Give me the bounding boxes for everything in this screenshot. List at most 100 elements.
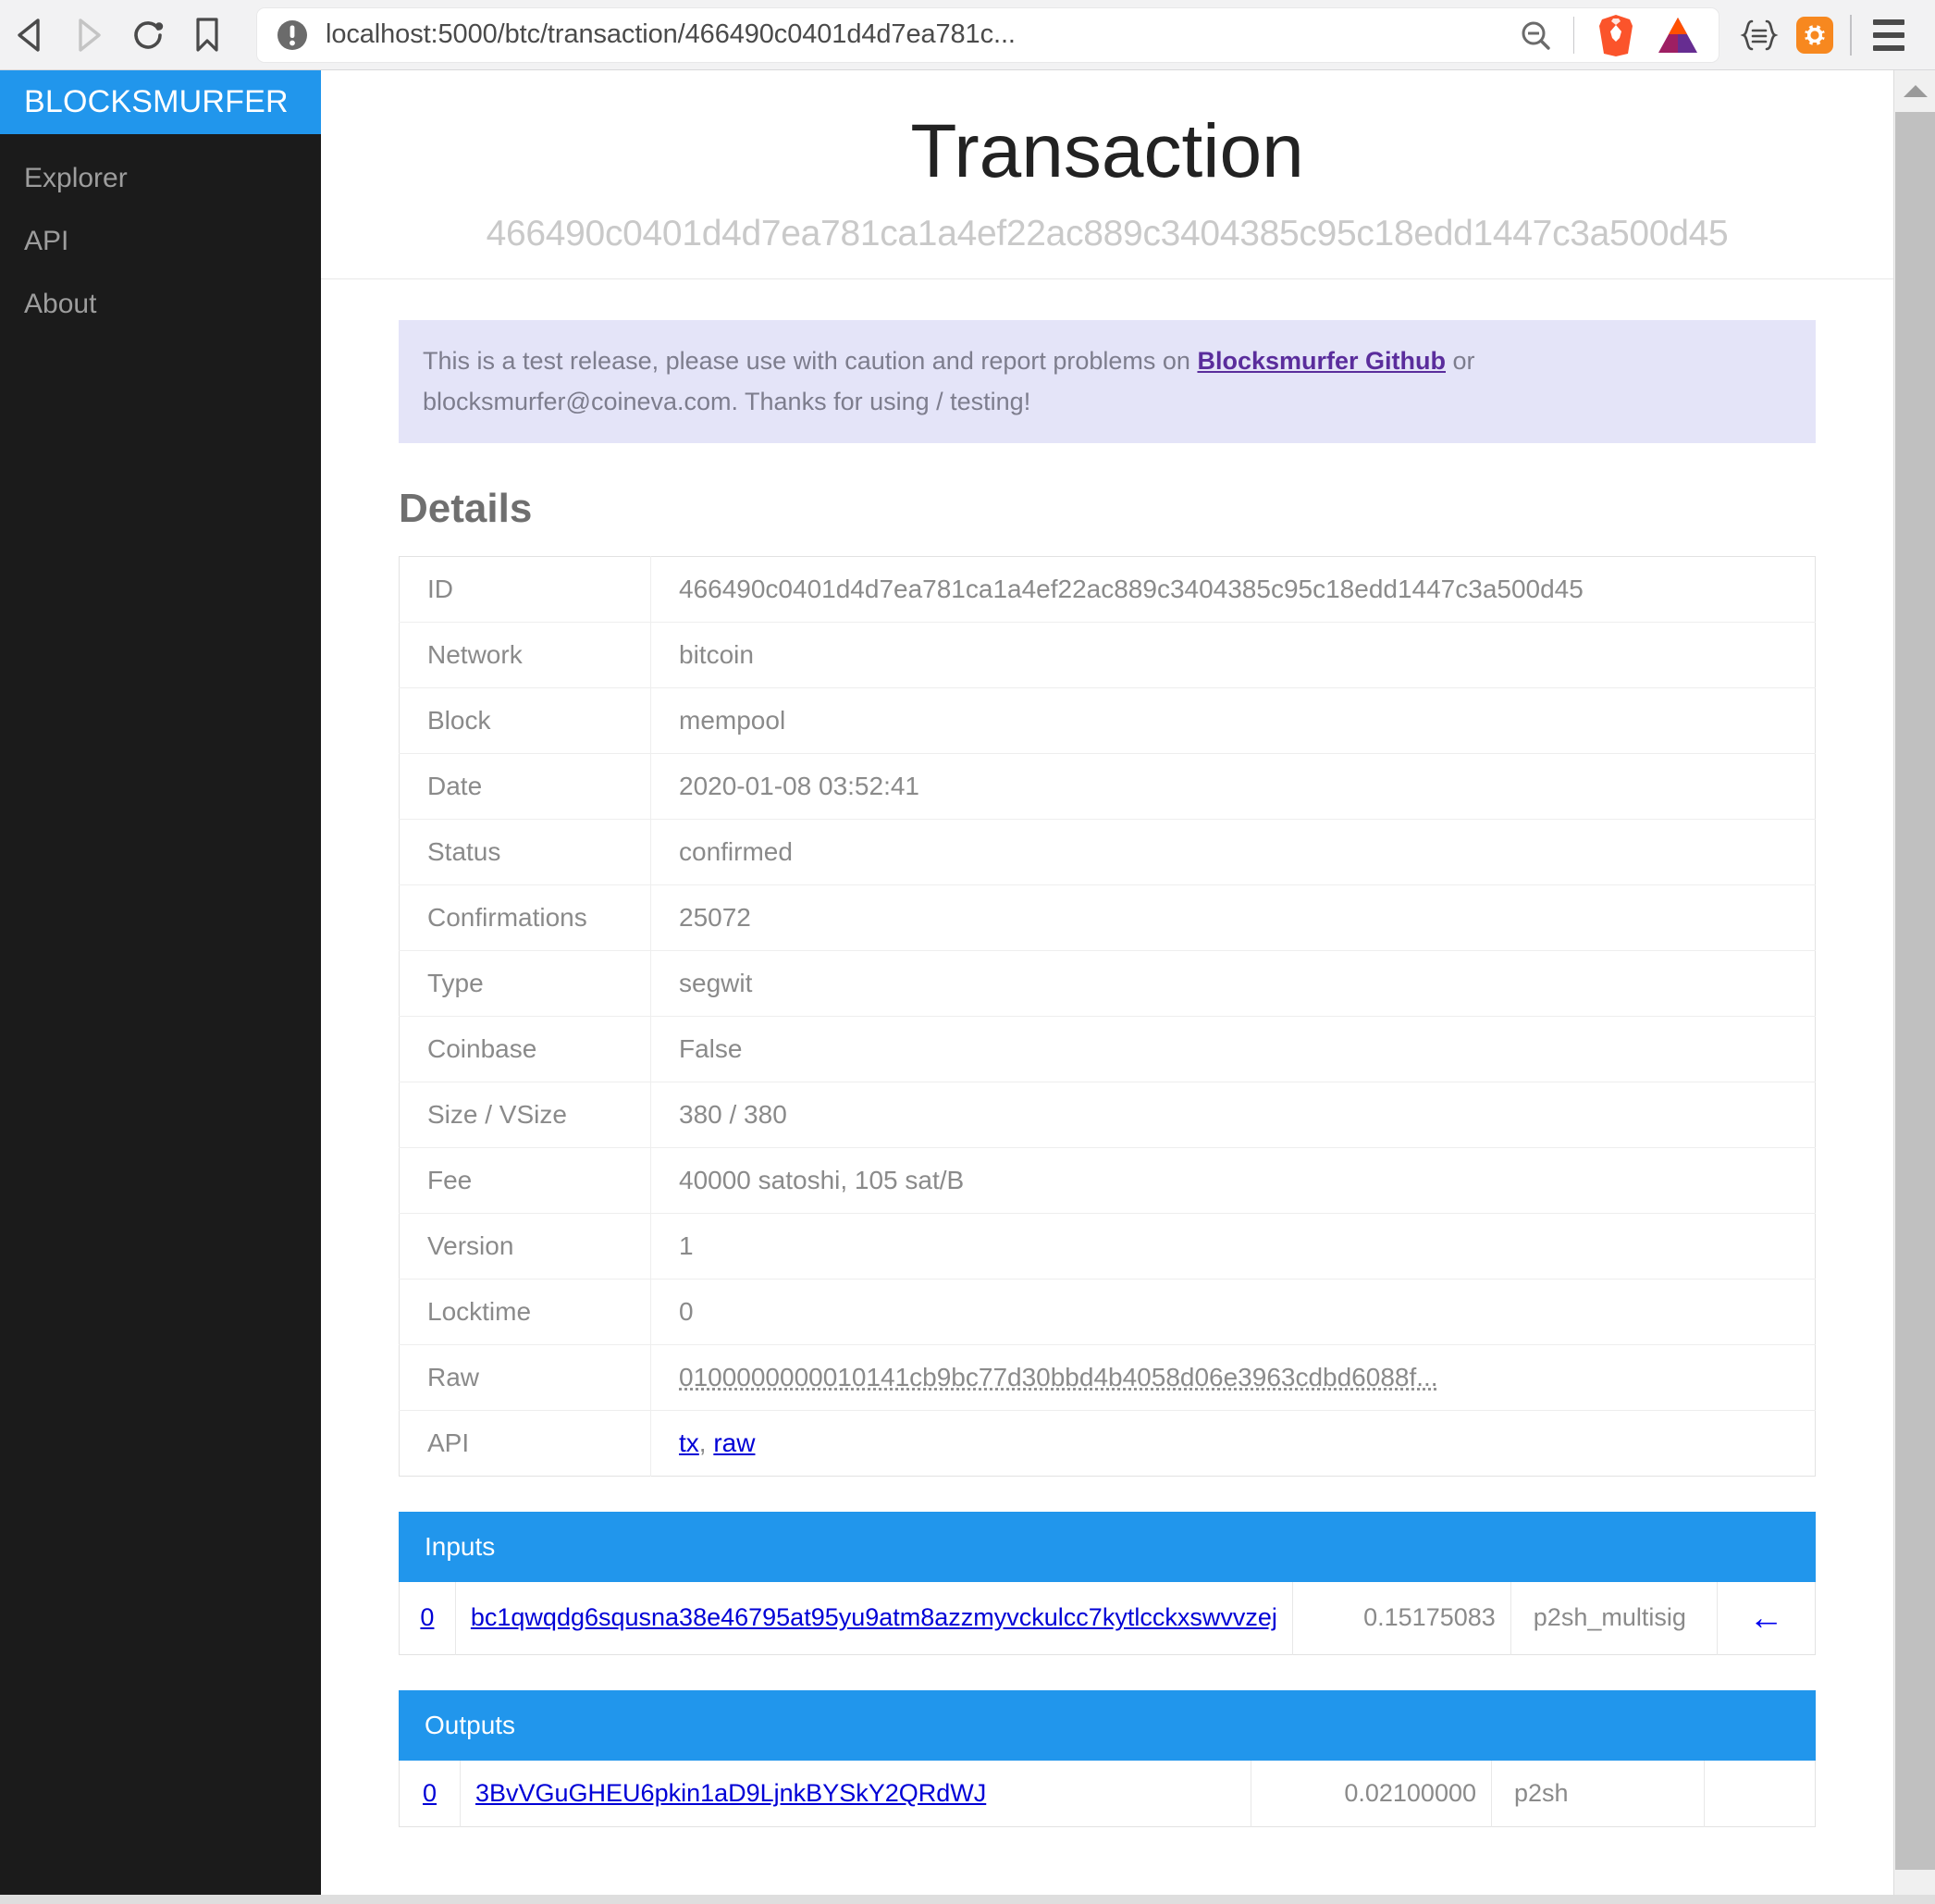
details-table: ID 466490c0401d4d7ea781ca1a4ef22ac889c34… [399, 555, 1816, 1477]
arrow-left-icon: ← [1748, 1598, 1784, 1638]
toolbar-divider [1573, 16, 1574, 54]
main-content: Transaction 466490c0401d4d7ea781ca1a4ef2… [321, 70, 1893, 1904]
details-key: Version [399, 1212, 651, 1280]
forward-arrow-icon [79, 18, 101, 52]
details-key: Locktime [399, 1278, 651, 1345]
hamburger-line [1873, 44, 1904, 51]
details-key: Date [399, 752, 651, 820]
inputs-block: Inputs 0 bc1qwqdg6squsna38e46795at95yu9a… [399, 1511, 1816, 1655]
input-index-link[interactable]: 0 [420, 1603, 434, 1631]
page-viewport: BLOCKSMURFER Explorer API About Transact… [0, 70, 1935, 1904]
details-key-raw: Raw [399, 1343, 651, 1411]
sidebar-item-label: Explorer [24, 163, 128, 193]
table-row: Size / VSize 380 / 380 [399, 1081, 1816, 1148]
reload-button[interactable] [118, 6, 178, 65]
back-button[interactable] [0, 6, 59, 65]
blocksmurfer-github-link[interactable]: Blocksmurfer Github [1197, 347, 1446, 375]
details-value-version: 1 [650, 1212, 1816, 1280]
details-key: Fee [399, 1146, 651, 1214]
sidebar-item-about[interactable]: About [0, 273, 321, 336]
brave-shields-icon[interactable] [1595, 13, 1637, 57]
brand-logo[interactable]: BLOCKSMURFER [0, 70, 321, 134]
output-amount: 0.02100000 [1251, 1760, 1492, 1827]
sidebar-nav: Explorer API About [0, 134, 321, 336]
details-key-api: API [399, 1409, 651, 1477]
output-index-link[interactable]: 0 [423, 1779, 437, 1807]
extensions-area [1732, 6, 1935, 65]
details-key: Status [399, 818, 651, 885]
scrollbar-up-button[interactable] [1894, 70, 1935, 112]
brand-label: BLOCKSMURFER [24, 84, 289, 119]
details-value-network: bitcoin [650, 621, 1816, 688]
url-text: localhost:5000/btc/transaction/466490c04… [326, 19, 1016, 49]
toolbar-divider-2 [1850, 14, 1852, 56]
reload-icon [134, 20, 164, 49]
zoom-out-icon[interactable] [1518, 18, 1553, 53]
vertical-scrollbar[interactable] [1893, 70, 1935, 1904]
sidebar-item-label: About [24, 289, 97, 319]
table-row: Raw 0100000000010141cb9bc77d30bbd4b4058d… [399, 1343, 1816, 1411]
api-link-separator: , [698, 1428, 714, 1457]
details-value-api-cell: tx, raw [650, 1409, 1816, 1477]
details-key: Type [399, 949, 651, 1017]
sidebar-item-explorer[interactable]: Explorer [0, 147, 321, 210]
input-address-cell: bc1qwqdg6squsna38e46795at95yu9atm8azzmyv… [455, 1581, 1293, 1655]
api-tx-link[interactable]: tx [679, 1428, 699, 1457]
scroll-up-arrow-icon [1903, 85, 1928, 97]
brave-rewards-bat-icon[interactable] [1656, 15, 1700, 56]
table-row: 0 bc1qwqdg6squsna38e46795at95yu9atm8azzm… [399, 1581, 1816, 1655]
outputs-heading-label: Outputs [425, 1710, 516, 1739]
table-row: Coinbase False [399, 1015, 1816, 1082]
details-key: Confirmations [399, 884, 651, 951]
details-value-coinbase: False [650, 1015, 1816, 1082]
details-value-type: segwit [650, 949, 1816, 1017]
details-value-size: 380 / 380 [650, 1081, 1816, 1148]
test-release-alert: This is a test release, please use with … [399, 319, 1816, 443]
forward-button[interactable] [59, 6, 118, 65]
output-address-cell: 3BvVGuGHEU6pkin1aD9LjnkBYSkY2QRdWJ [460, 1760, 1251, 1827]
scrollbar-thumb[interactable] [1895, 112, 1935, 1870]
table-row: API tx, raw [399, 1409, 1816, 1477]
sidebar-item-api[interactable]: API [0, 210, 321, 273]
content-inner: This is a test release, please use with … [321, 319, 1893, 1827]
inputs-heading-label: Inputs [425, 1531, 496, 1561]
table-row: Confirmations 25072 [399, 884, 1816, 951]
table-row: Type segwit [399, 949, 1816, 1017]
bookmark-button[interactable] [178, 6, 237, 65]
input-address-link[interactable]: bc1qwqdg6squsna38e46795at95yu9atm8azzmyv… [471, 1603, 1277, 1631]
details-heading: Details [399, 485, 533, 531]
details-key: Coinbase [399, 1015, 651, 1082]
raw-hex-value[interactable]: 0100000000010141cb9bc77d30bbd4b4058d06e3… [679, 1363, 1438, 1391]
output-script-type: p2sh [1491, 1760, 1705, 1827]
output-address-link[interactable]: 3BvVGuGHEU6pkin1aD9LjnkBYSkY2QRdWJ [475, 1779, 986, 1807]
settings-extension-button[interactable] [1787, 7, 1843, 63]
table-row: Locktime 0 [399, 1278, 1816, 1345]
outputs-block: Outputs 0 3BvVGuGHEU6pkin1aD9LjnkBYSkY2Q… [399, 1689, 1816, 1827]
browser-menu-button[interactable] [1859, 6, 1918, 65]
page-header: Transaction 466490c0401d4d7ea781ca1a4ef2… [321, 70, 1893, 279]
details-key: ID [399, 556, 651, 623]
window-bottom-edge [0, 1895, 1935, 1904]
address-bar-actions [1512, 13, 1709, 57]
table-row: Status confirmed [399, 818, 1816, 885]
json-formatter-extension-button[interactable] [1732, 7, 1787, 63]
json-braces-icon [1740, 19, 1779, 50]
api-raw-link[interactable]: raw [713, 1428, 755, 1457]
bookmark-icon [196, 17, 218, 52]
table-row: Version 1 [399, 1212, 1816, 1280]
transaction-hash-subtitle: 466490c0401d4d7ea781ca1a4ef22ac889c34043… [486, 213, 1729, 253]
table-row: 0 3BvVGuGHEU6pkin1aD9LjnkBYSkY2QRdWJ 0.0… [399, 1760, 1816, 1827]
details-key: Block [399, 686, 651, 754]
inputs-table: 0 bc1qwqdg6squsna38e46795at95yu9atm8azzm… [399, 1581, 1816, 1655]
details-value-status: confirmed [650, 818, 1816, 885]
connection-not-secure-icon[interactable] [274, 17, 311, 54]
details-key: Size / VSize [399, 1081, 651, 1148]
address-bar[interactable]: localhost:5000/btc/transaction/466490c04… [257, 7, 1719, 62]
output-direction-cell [1705, 1761, 1816, 1827]
input-amount: 0.15175083 [1292, 1581, 1511, 1655]
details-value-fee: 40000 satoshi, 105 sat/B [650, 1146, 1816, 1214]
table-row: Network bitcoin [399, 621, 1816, 688]
sidebar: BLOCKSMURFER Explorer API About [0, 70, 321, 1904]
browser-toolbar: localhost:5000/btc/transaction/466490c04… [0, 0, 1935, 70]
outputs-table: 0 3BvVGuGHEU6pkin1aD9LjnkBYSkY2QRdWJ 0.0… [399, 1760, 1816, 1827]
